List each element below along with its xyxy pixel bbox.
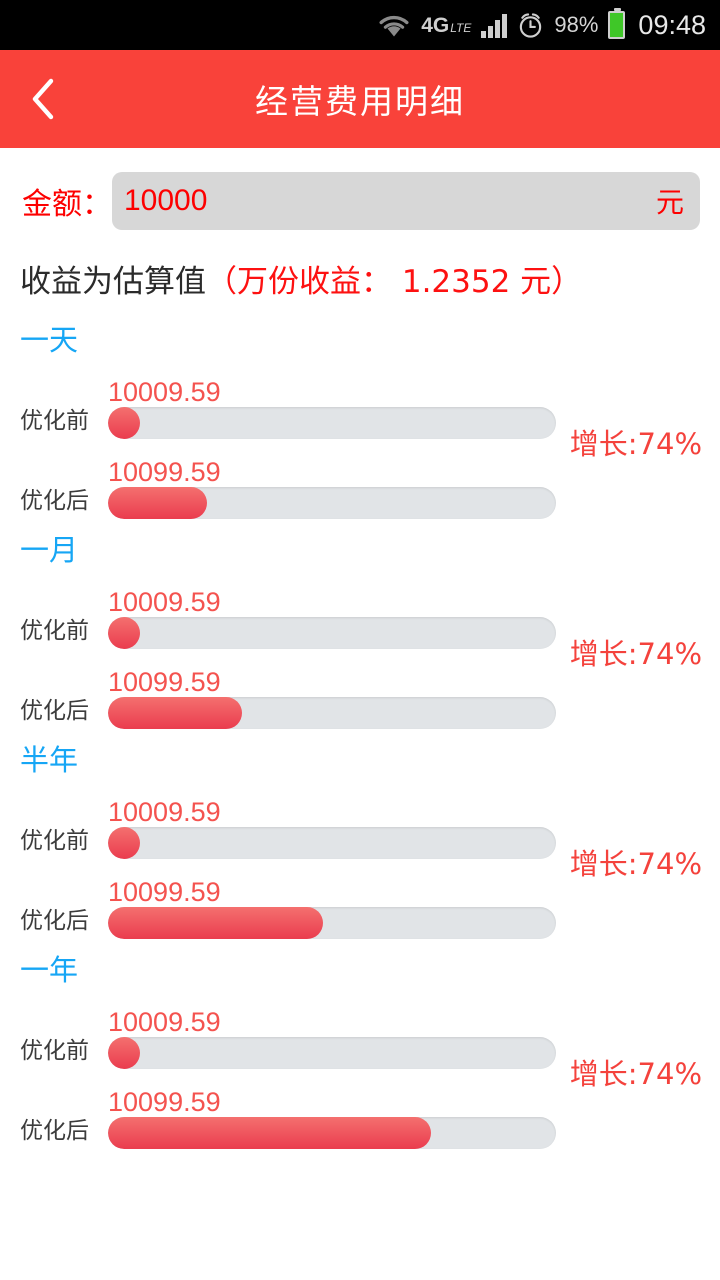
bar-wrap-before: 10009.59 (108, 1006, 556, 1069)
period-sections: 一天 优化前 10009.59 优化后 10099.59 增长:74% 一月 优 (0, 315, 720, 1155)
status-bar: 4G LTE 98% 09:48 (0, 0, 720, 50)
bar-track-before (108, 617, 556, 649)
bar-value-after: 10099.59 (108, 456, 221, 487)
bar-fill-before (108, 1037, 140, 1069)
bar-row-label-after: 优化后 (20, 698, 89, 724)
network-type-label: 4G (421, 13, 450, 37)
bar-track-after (108, 697, 556, 729)
growth-badge: 增长:74% (569, 637, 702, 671)
bar-track-after (108, 487, 556, 519)
growth-badge: 增长:74% (569, 427, 702, 461)
status-bar-clock: 09:48 (638, 9, 706, 40)
bar-wrap-before: 10009.59 (108, 796, 556, 859)
bar-track-before (108, 1037, 556, 1069)
period-section-half-year: 半年 优化前 10009.59 优化后 10099.59 增长:74% (0, 735, 720, 945)
period-section-month: 一月 优化前 10009.59 优化后 10099.59 增长:74% (0, 525, 720, 735)
bar-wrap-after: 10099.59 (108, 456, 556, 519)
amount-input[interactable] (124, 184, 516, 218)
bar-wrap-before: 10009.59 (108, 586, 556, 649)
bar-fill-before (108, 407, 140, 439)
app-bar: 经营费用明细 (0, 50, 720, 148)
bar-value-before: 10009.59 (108, 1006, 221, 1037)
bar-fill-after (108, 1117, 431, 1149)
estimate-note-highlight: （万份收益： 1.2352 元） (206, 264, 583, 300)
bar-row-label-after: 优化后 (20, 908, 89, 934)
growth-badge: 增长:74% (569, 1057, 702, 1091)
amount-label: 金额： (22, 187, 112, 222)
bar-track-after (108, 1117, 556, 1149)
bar-row-label-after: 优化后 (20, 488, 89, 514)
page-title: 经营费用明细 (255, 82, 465, 121)
period-title: 半年 (20, 743, 79, 777)
alarm-clock-icon (517, 12, 544, 39)
bar-value-before: 10009.59 (108, 376, 221, 407)
bar-value-after: 10099.59 (108, 1086, 221, 1117)
period-section-year: 一年 优化前 10009.59 优化后 10099.59 增长:74% (0, 945, 720, 1155)
bar-wrap-after: 10099.59 (108, 1086, 556, 1149)
amount-unit-label: 元 (655, 186, 684, 219)
bar-value-after: 10099.59 (108, 876, 221, 907)
estimate-note-prefix: 收益为估算值 (20, 264, 206, 300)
bar-value-after: 10099.59 (108, 666, 221, 697)
bar-value-before: 10009.59 (108, 586, 221, 617)
bar-fill-before (108, 617, 140, 649)
network-type-icon: 4G LTE (421, 15, 471, 36)
growth-badge: 增长:74% (569, 847, 702, 881)
bar-wrap-before: 10009.59 (108, 376, 556, 439)
bar-row-label-before: 优化前 (20, 828, 89, 854)
amount-input-field[interactable]: 元 (112, 172, 700, 230)
battery-percent-label: 98% (554, 12, 599, 37)
bar-fill-after (108, 487, 207, 519)
period-section-day: 一天 优化前 10009.59 优化后 10099.59 增长:74% (0, 315, 720, 525)
period-title: 一天 (20, 323, 79, 357)
bar-wrap-after: 10099.59 (108, 876, 556, 939)
battery-icon (608, 8, 626, 39)
bar-row-label-before: 优化前 (20, 618, 89, 644)
bar-row-label-after: 优化后 (20, 1118, 89, 1144)
bar-fill-after (108, 697, 243, 729)
network-sub-label: LTE (450, 20, 472, 35)
bar-value-before: 10009.59 (108, 796, 221, 827)
bar-track-after (108, 907, 556, 939)
estimate-note: 收益为估算值（万份收益： 1.2352 元） (0, 256, 720, 301)
bar-row-label-before: 优化前 (20, 408, 89, 434)
signal-bars-icon (481, 12, 508, 38)
bar-row-label-before: 优化前 (20, 1038, 89, 1064)
period-title: 一年 (20, 953, 79, 987)
bar-track-before (108, 407, 556, 439)
wifi-icon (377, 11, 411, 39)
bar-fill-before (108, 827, 140, 859)
period-title: 一月 (20, 533, 79, 567)
bar-wrap-after: 10099.59 (108, 666, 556, 729)
amount-row: 金额： 元 (0, 170, 720, 232)
bar-track-before (108, 827, 556, 859)
bar-fill-after (108, 907, 324, 939)
